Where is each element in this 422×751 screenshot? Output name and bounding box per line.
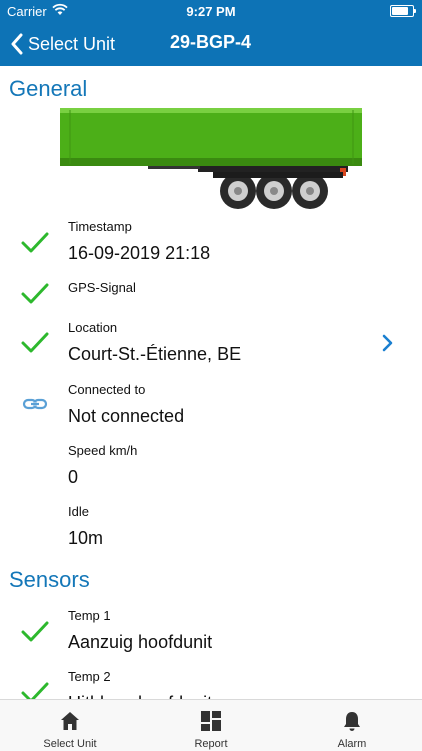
speed-label: Speed km/h: [68, 443, 138, 458]
check-icon: [21, 621, 49, 642]
tab-bar: Select Unit Report Alarm: [0, 699, 422, 751]
section-title-general: General: [9, 76, 88, 101]
temp-1-value: Aanzuig hoofdunit: [68, 632, 213, 652]
timestamp-value: 16-09-2019 21:18: [68, 243, 211, 263]
link-icon: [22, 398, 48, 410]
check-icon: [21, 232, 49, 253]
dashboard-icon: [201, 711, 221, 731]
tab-report[interactable]: Report: [141, 700, 281, 751]
back-button[interactable]: Select Unit: [10, 30, 115, 58]
status-time: 9:27 PM: [186, 4, 236, 19]
back-button-label: Select Unit: [28, 33, 116, 54]
battery-icon: [390, 5, 416, 17]
tab-select-unit-label: Select Unit: [43, 738, 97, 750]
trailer-image: [60, 108, 362, 209]
tab-report-label: Report: [194, 738, 228, 750]
gps-signal-label: GPS-Signal: [68, 280, 136, 295]
temp-1-label: Temp 1: [68, 608, 111, 623]
section-title-sensors: Sensors: [9, 567, 90, 592]
location-value: Court-St.-Étienne, BE: [68, 344, 242, 364]
connected-to-value: Not connected: [68, 406, 185, 426]
top-bar: Carrier 9:27 PM Select Unit 29-BGP-4: [0, 0, 422, 66]
status-bar: Carrier 9:27 PM: [0, 0, 422, 22]
idle-label: Idle: [68, 504, 89, 519]
speed-value: 0: [68, 467, 79, 487]
check-icon: [21, 332, 49, 353]
check-icon: [21, 283, 49, 304]
tab-alarm[interactable]: Alarm: [282, 700, 422, 751]
navigation-bar: Select Unit 29-BGP-4: [0, 22, 422, 66]
bell-icon: [344, 712, 360, 731]
location-label: Location: [68, 320, 118, 335]
idle-value: 10m: [68, 528, 104, 548]
page-title: 29-BGP-4: [170, 32, 252, 52]
timestamp-label: Timestamp: [68, 219, 132, 234]
chevron-right-icon[interactable]: [380, 334, 394, 352]
home-icon: [61, 712, 79, 730]
battery-fill: [392, 7, 409, 15]
tab-select-unit[interactable]: Select Unit: [0, 700, 140, 751]
tab-alarm-label: Alarm: [337, 738, 367, 750]
temp-2-label: Temp 2: [68, 669, 111, 684]
connected-to-label: Connected to: [68, 382, 146, 397]
chevron-left-icon: [11, 33, 23, 55]
